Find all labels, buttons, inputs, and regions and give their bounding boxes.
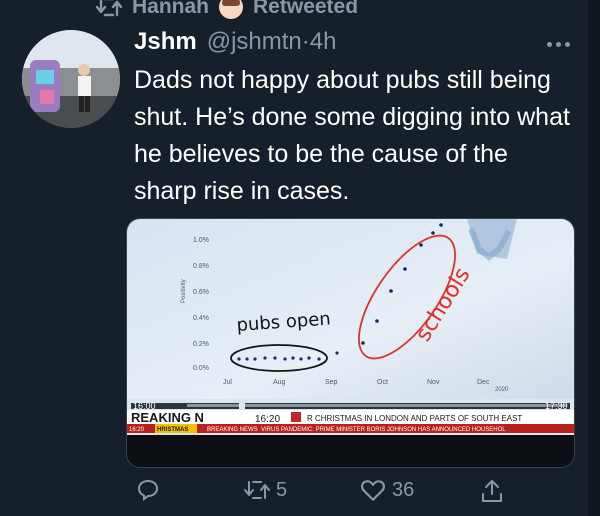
- more-options-icon[interactable]: [538, 34, 578, 54]
- x-tick: Nov: [427, 379, 440, 386]
- woman-emoji-icon: [219, 0, 244, 19]
- right-edge: [588, 0, 600, 516]
- avatar[interactable]: [22, 30, 120, 128]
- display-name[interactable]: Jshm: [134, 28, 197, 56]
- retweet-action-icon: [244, 481, 270, 499]
- tweet-text: Dads not happy about pubs still being sh…: [134, 66, 570, 205]
- handle-time: @jshmtn·4h: [207, 28, 337, 56]
- ticker-strip-1: HRISTMAS: [157, 427, 188, 433]
- like-button[interactable]: 36: [360, 478, 414, 502]
- tweet-actions: 5 36: [0, 470, 600, 516]
- timestamp[interactable]: 4h: [310, 28, 337, 55]
- ticker-time-right: 17:30: [545, 401, 568, 411]
- retweeter-name[interactable]: Hannah: [132, 0, 209, 19]
- retweet-icon: [96, 0, 122, 18]
- y-tick: 0.0%: [193, 365, 209, 372]
- y-tick: 0.4%: [193, 315, 209, 322]
- reply-icon: [137, 479, 159, 501]
- y-tick: 0.6%: [193, 289, 209, 296]
- retweeted-label: Retweeted: [253, 0, 359, 18]
- retweet-context[interactable]: Hannah Retweeted: [96, 0, 358, 22]
- ticker-clock: 16:20: [255, 414, 280, 425]
- reply-button[interactable]: [136, 478, 166, 502]
- ticker-strip-2: BREAKING NEWS: [207, 427, 258, 433]
- y-axis-label: Positivity: [181, 279, 187, 303]
- x-tick: Dec: [477, 379, 490, 386]
- like-count: 36: [392, 478, 415, 501]
- y-tick: 1.0%: [193, 237, 209, 244]
- x-tick: Oct: [377, 379, 388, 386]
- tweet-media-image[interactable]: 1.0% 0.8% 0.6% 0.4% 0.2% 0.0% Positivity…: [126, 218, 575, 468]
- ticker-breaking: REAKING N: [131, 410, 204, 425]
- x-tick: Jul: [223, 379, 232, 386]
- ticker-strip-3: VIRUS PANDEMIC: PRIME MINISTER BORIS JOH…: [261, 427, 506, 433]
- x-tick: Sep: [325, 379, 338, 386]
- y-tick: 0.8%: [193, 263, 209, 270]
- share-button[interactable]: [480, 478, 504, 504]
- handle[interactable]: @jshmtn: [207, 28, 302, 55]
- share-icon: [482, 480, 502, 502]
- ticker-strip-time: 16:20: [129, 427, 145, 433]
- retweet-button[interactable]: 5: [244, 478, 287, 502]
- x-tick: Aug: [273, 379, 286, 386]
- tweet-header: Jshm @jshmtn·4h: [134, 28, 336, 62]
- separator: ·: [301, 28, 310, 55]
- ticker-headline: R CHRISTMAS IN LONDON AND PARTS OF SOUTH…: [307, 414, 522, 423]
- x-year: 2020: [495, 387, 509, 393]
- y-tick: 0.2%: [193, 341, 209, 348]
- retweet-count: 5: [276, 478, 288, 501]
- heart-icon: [361, 480, 385, 501]
